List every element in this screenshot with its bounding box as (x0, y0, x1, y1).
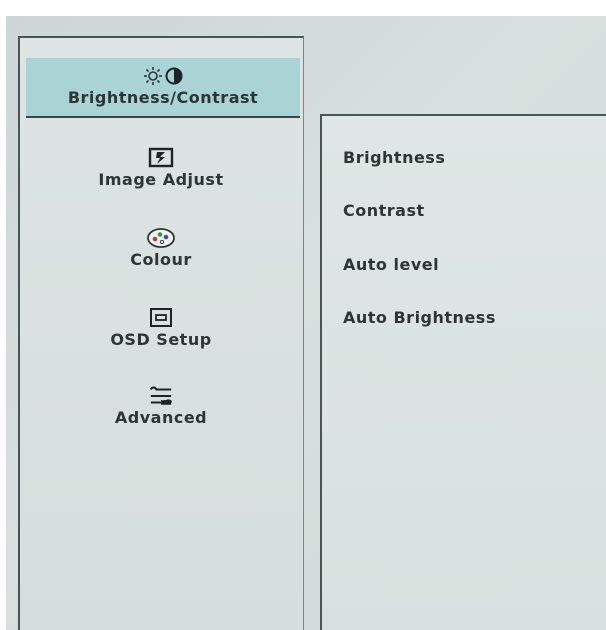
menu-item-osd-setup[interactable]: OSD Setup (22, 306, 300, 350)
menu-item-image-adjust[interactable]: Image Adjust (22, 146, 300, 190)
monitor-screen: Brightness/Contrast Image Adjust Colour … (0, 0, 606, 630)
menu-item-brightness-contrast[interactable]: Brightness/Contrast (26, 58, 300, 118)
submenu-item-auto-level[interactable]: Auto level (343, 255, 439, 274)
menu-label-osd-setup: OSD Setup (110, 330, 212, 349)
advanced-settings-icon (149, 386, 173, 405)
menu-label-brightness-contrast: Brightness/Contrast (67, 88, 259, 107)
submenu-item-brightness[interactable]: Brightness (343, 148, 445, 167)
menu-item-advanced[interactable]: Advanced (22, 384, 300, 428)
palette-icon (147, 228, 175, 248)
submenu-panel (320, 114, 606, 630)
brightness-contrast-icon (144, 67, 183, 85)
image-adjust-icon (148, 147, 174, 168)
submenu-item-contrast[interactable]: Contrast (343, 201, 425, 220)
menu-item-colour[interactable]: Colour (22, 226, 300, 270)
menu-label-colour: Colour (130, 250, 192, 269)
osd-setup-icon (150, 308, 172, 327)
menu-label-image-adjust: Image Adjust (98, 170, 224, 189)
menu-label-advanced: Advanced (114, 408, 208, 427)
submenu-item-auto-brightness[interactable]: Auto Brightness (343, 308, 496, 327)
